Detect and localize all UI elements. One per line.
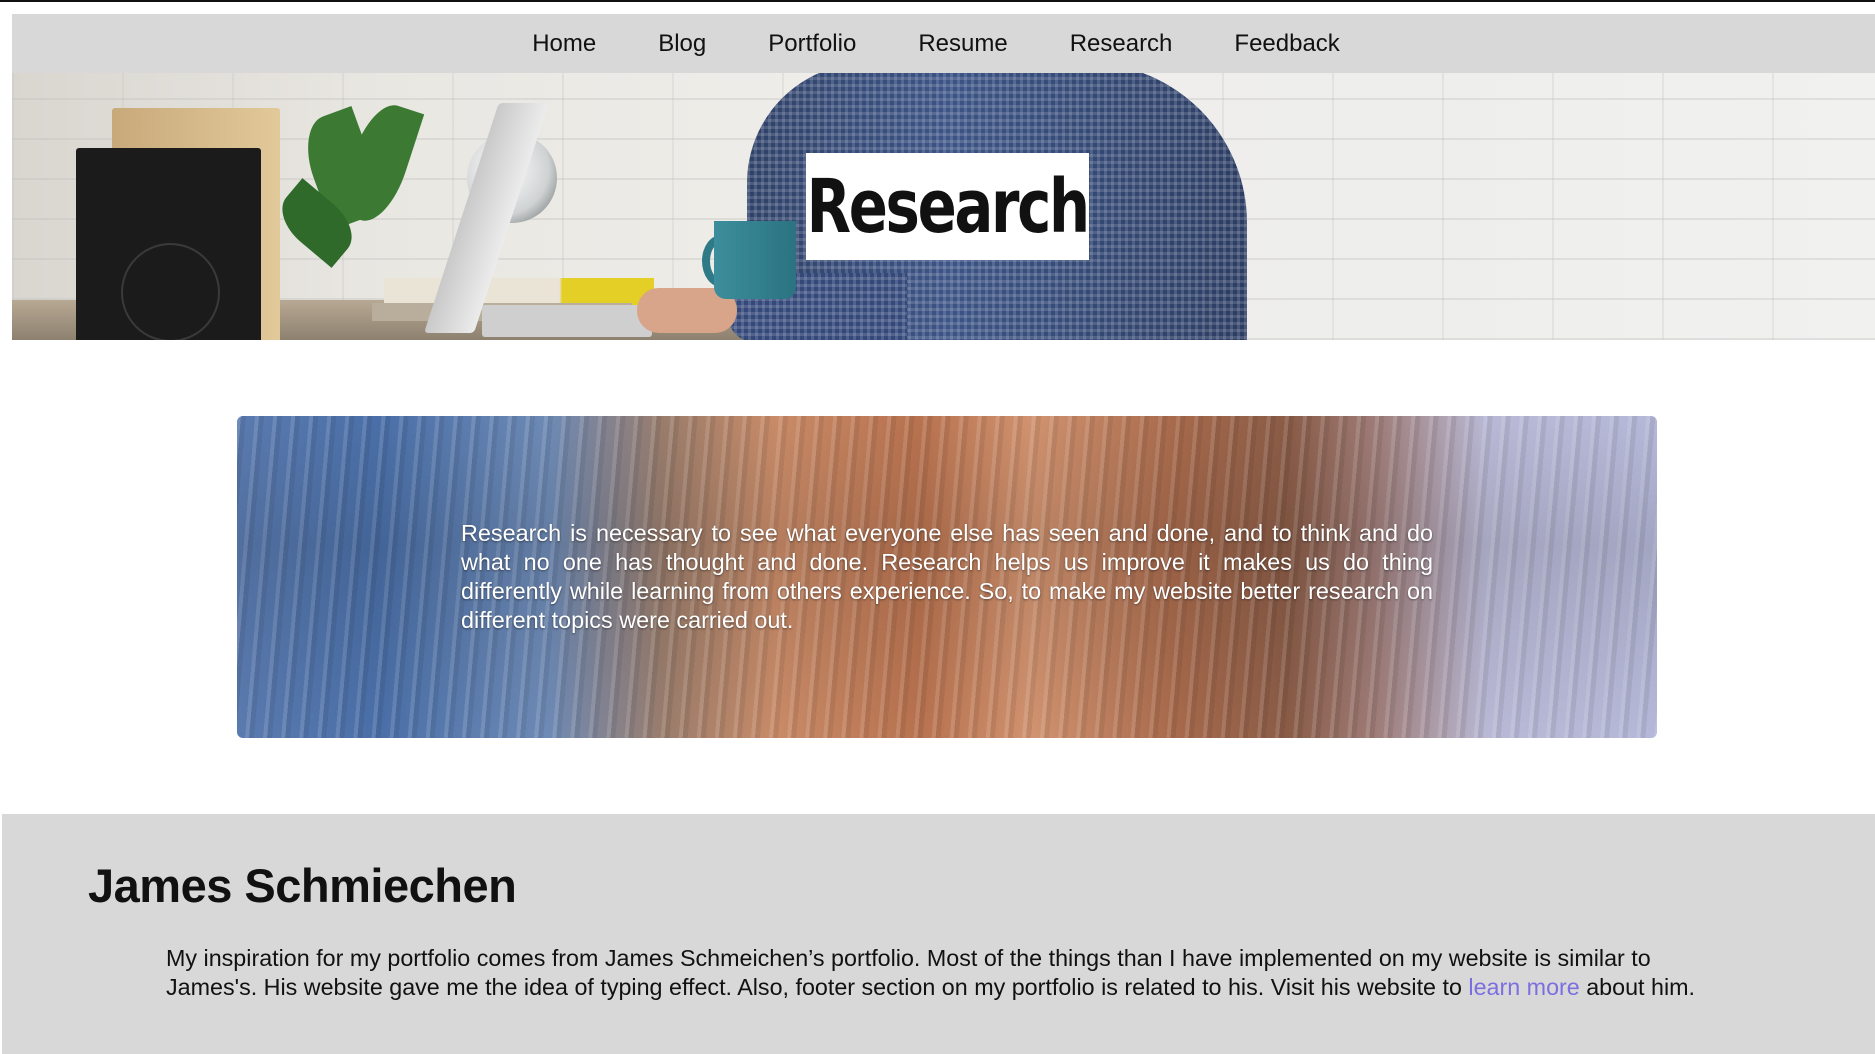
research-intro-banner: Research is necessary to see what everyo… bbox=[237, 416, 1657, 738]
book-emblem-icon bbox=[121, 243, 220, 340]
nav-portfolio-link[interactable]: Portfolio bbox=[768, 30, 856, 58]
nav-list: Home Blog Portfolio Resume Research Feed… bbox=[501, 30, 1371, 58]
nav-feedback-link[interactable]: Feedback bbox=[1234, 30, 1339, 58]
footer-paragraph: My inspiration for my portfolio comes fr… bbox=[166, 944, 1732, 1002]
research-intro-text: Research is necessary to see what everyo… bbox=[461, 520, 1433, 633]
nav-research-link[interactable]: Research bbox=[1070, 30, 1173, 58]
footer-text-after-link: about him. bbox=[1579, 974, 1696, 1000]
footer-section: James Schmiechen My inspiration for my p… bbox=[2, 814, 1875, 1054]
page-title: Research bbox=[806, 163, 1090, 250]
learn-more-link[interactable]: learn more bbox=[1468, 974, 1579, 1000]
footer-text-before-link: My inspiration for my portfolio comes fr… bbox=[166, 945, 1651, 1000]
laptop-keyboard-illustration bbox=[482, 305, 652, 337]
coffee-mug-icon bbox=[714, 221, 796, 299]
top-border-line bbox=[0, 0, 1875, 2]
nav-blog-link[interactable]: Blog bbox=[658, 30, 706, 58]
main-navigation: Home Blog Portfolio Resume Research Feed… bbox=[12, 14, 1875, 73]
hero-title-box: Research bbox=[806, 153, 1090, 260]
footer-heading: James Schmiechen bbox=[88, 859, 517, 912]
startup-book-illustration bbox=[384, 278, 654, 306]
black-book-illustration bbox=[76, 148, 261, 340]
nav-resume-link[interactable]: Resume bbox=[918, 30, 1007, 58]
nav-home-link[interactable]: Home bbox=[532, 30, 596, 58]
